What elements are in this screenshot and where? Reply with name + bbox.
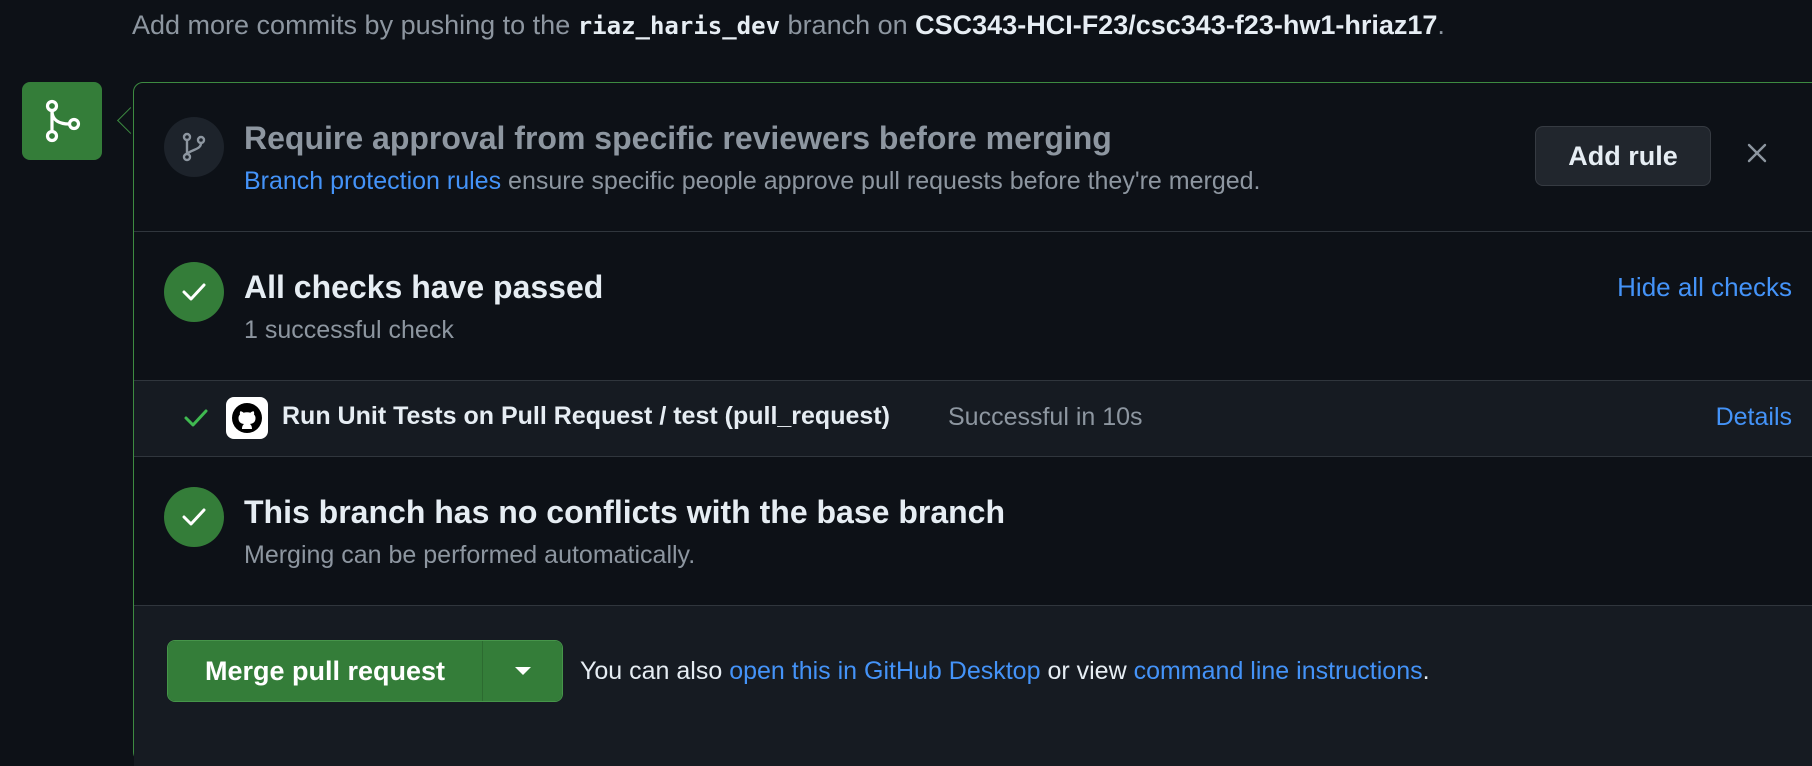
command-line-link[interactable]: command line instructions: [1134, 657, 1423, 685]
approval-section: Require approval from specific reviewers…: [134, 83, 1812, 232]
checks-summary-section: All checks have passed 1 successful chec…: [134, 232, 1812, 381]
merge-note-prefix: You can also: [580, 657, 723, 685]
merge-section: Merge pull request You can also open thi…: [134, 606, 1812, 766]
conflicts-section: This branch has no conflicts with the ba…: [134, 457, 1812, 606]
repo-name: CSC343-HCI-F23/csc343-f23-hw1-hriaz17: [915, 10, 1438, 40]
merge-button-group: Merge pull request: [167, 640, 563, 702]
close-icon[interactable]: [1739, 135, 1775, 171]
push-hint-suffix: .: [1437, 10, 1445, 40]
push-hint-middle: branch on: [787, 10, 908, 40]
github-logo-icon: [226, 397, 268, 439]
approval-title: Require approval from specific reviewers…: [244, 120, 1112, 156]
hide-all-checks-link[interactable]: Hide all checks: [1617, 272, 1792, 303]
triangle-down-icon: [514, 667, 531, 675]
merge-note: You can also open this in GitHub Desktop…: [580, 657, 1430, 686]
conflicts-subtitle: Merging can be performed automatically.: [244, 541, 696, 569]
approval-text: ensure specific people approve pull requ…: [508, 167, 1261, 195]
merge-method-dropdown[interactable]: [483, 641, 562, 701]
details-link[interactable]: Details: [1716, 403, 1792, 432]
branch-name: riaz_haris_dev: [577, 12, 781, 40]
check-circle-icon: [164, 487, 224, 547]
check-name: Run Unit Tests on Pull Request / test (p…: [282, 402, 890, 430]
git-merge-icon: [22, 82, 102, 160]
check-status: Successful in 10s: [948, 403, 1143, 431]
push-hint: Add more commits by pushing to the riaz_…: [132, 10, 1445, 41]
git-branch-icon: [164, 117, 224, 177]
merge-note-middle: or view: [1047, 657, 1127, 685]
branch-protection-link[interactable]: Branch protection rules: [244, 167, 501, 195]
github-desktop-link[interactable]: open this in GitHub Desktop: [729, 657, 1040, 685]
checks-title: All checks have passed: [244, 269, 604, 305]
check-circle-icon: [164, 262, 224, 322]
approval-description: Branch protection rules ensure specific …: [244, 167, 1261, 196]
conflicts-title: This branch has no conflicts with the ba…: [244, 494, 1006, 530]
merge-pull-request-button[interactable]: Merge pull request: [168, 641, 483, 701]
add-rule-button[interactable]: Add rule: [1535, 126, 1711, 186]
check-row: Run Unit Tests on Pull Request / test (p…: [134, 381, 1812, 457]
merge-box: Require approval from specific reviewers…: [133, 82, 1812, 766]
merge-note-suffix: .: [1422, 657, 1430, 685]
push-hint-prefix: Add more commits by pushing to the: [132, 10, 571, 40]
checks-subtitle: 1 successful check: [244, 316, 454, 344]
check-icon: [182, 403, 210, 436]
